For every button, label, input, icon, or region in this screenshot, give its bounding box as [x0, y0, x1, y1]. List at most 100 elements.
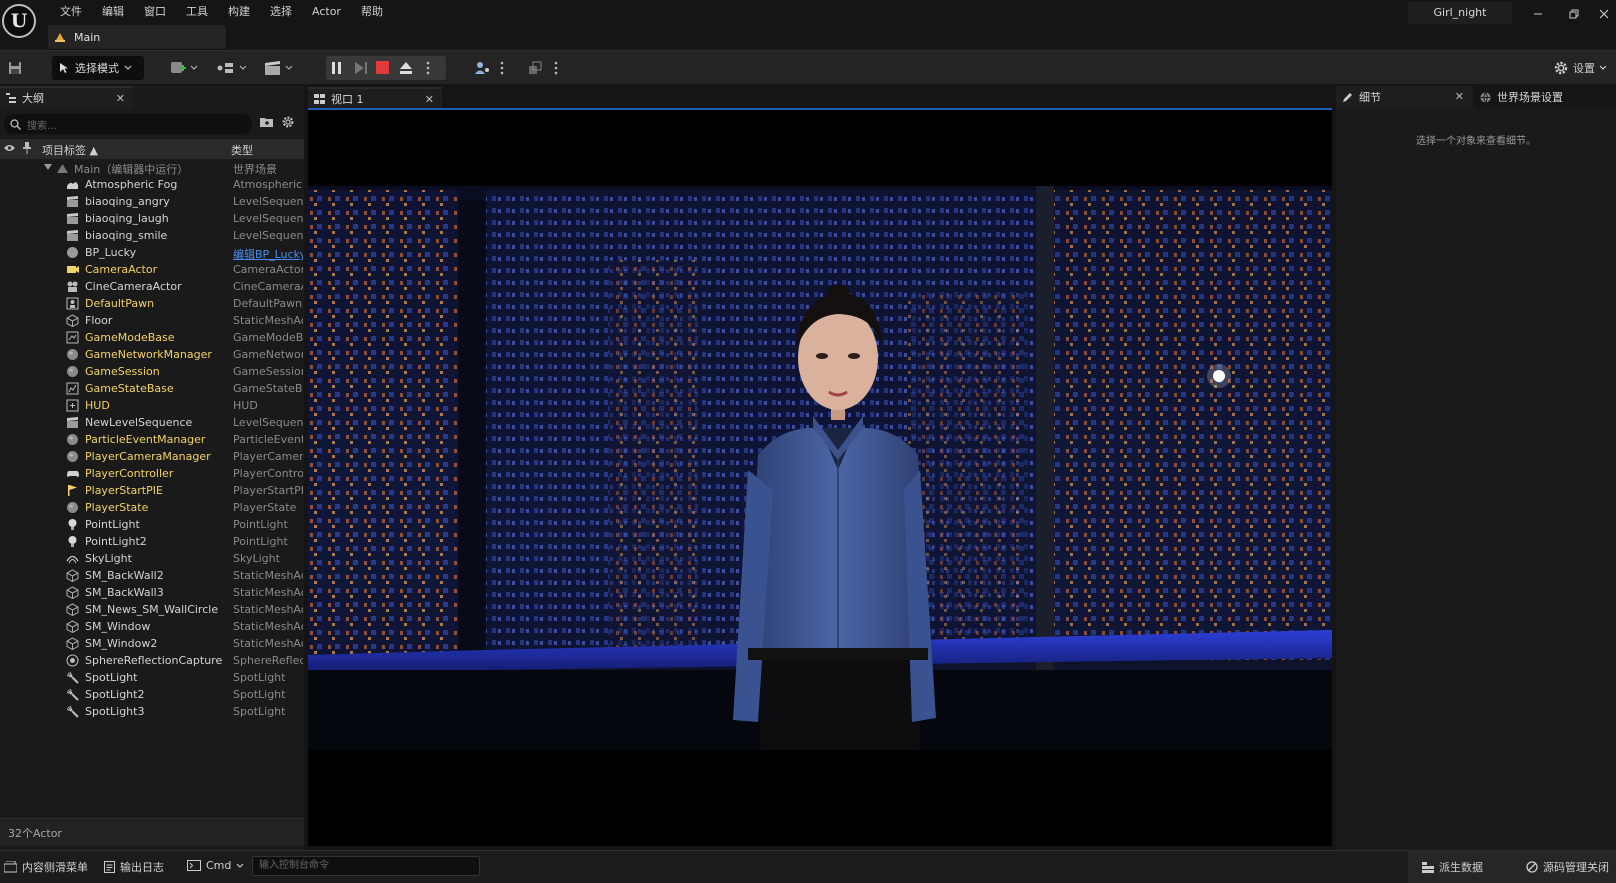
console-command-input[interactable]: 输入控制台命令 [252, 856, 480, 876]
row-type: SpotLight [233, 688, 286, 701]
tree-row[interactable]: SpotLight2 SpotLight [0, 686, 304, 703]
tree-row[interactable]: biaoqing_angry LevelSequence [0, 193, 304, 210]
settings-button[interactable]: 设置 [1553, 58, 1607, 78]
hud-icon [66, 399, 79, 412]
tree-row[interactable]: GameModeBase GameModeBase [0, 329, 304, 346]
level-viewport[interactable] [308, 108, 1332, 846]
derived-data-button[interactable]: 派生数据 [1422, 859, 1483, 875]
tree-row[interactable]: PointLight PointLight [0, 516, 304, 533]
tree-row[interactable]: SM_BackWall3 StaticMeshActor [0, 584, 304, 601]
title-bar: U 文件 编辑 窗口 工具 构建 选择 Actor 帮助 Main Girl_n… [0, 0, 1616, 50]
row-name: PointLight2 [85, 535, 147, 548]
tree-row[interactable]: NewLevelSequence LevelSequence [0, 414, 304, 431]
tree-row[interactable]: SpotLight3 SpotLight [0, 703, 304, 720]
row-name: BP_Lucky [85, 246, 137, 259]
tree-row[interactable]: biaoqing_laugh LevelSequence [0, 210, 304, 227]
tree-row[interactable]: Floor StaticMeshActor [0, 312, 304, 329]
expand-arrow-icon[interactable] [44, 164, 52, 170]
menu-select[interactable]: 选择 [260, 3, 302, 21]
viewport-icon [314, 94, 325, 104]
unreal-logo-icon[interactable]: U [2, 4, 36, 38]
menu-window[interactable]: 窗口 [134, 3, 176, 21]
clapperboard-icon [66, 212, 79, 225]
tree-row[interactable]: biaoqing_smile LevelSequence [0, 227, 304, 244]
chevron-down-icon [1599, 65, 1607, 71]
menu-help[interactable]: 帮助 [351, 3, 393, 21]
possess-icon[interactable] [474, 59, 490, 77]
more-options-icon[interactable] [500, 59, 504, 77]
details-panel: 细节 ✕ 世界场景设置 选择一个对象来查看细节。 [1336, 86, 1616, 850]
gear-icon[interactable] [281, 115, 295, 129]
tree-row[interactable]: PlayerCameraManager PlayerCameraManager [0, 448, 304, 465]
cmd-dropdown[interactable]: Cmd [187, 859, 244, 872]
menu-build[interactable]: 构建 [218, 3, 260, 21]
tree-row[interactable]: BP_Lucky 编辑BP_Lucky [0, 244, 304, 261]
close-icon[interactable]: ✕ [425, 93, 434, 106]
row-type: LevelSequence [233, 229, 303, 242]
add-folder-icon[interactable] [260, 116, 274, 128]
pawn-icon [66, 297, 79, 310]
tree-row[interactable]: PlayerStartPIE PlayerStartPIE [0, 482, 304, 499]
tree-row[interactable]: DefaultPawn DefaultPawn [0, 295, 304, 312]
column-item-label[interactable]: 项目标签 ▲ [42, 142, 98, 158]
tree-row[interactable]: GameStateBase GameStateBase [0, 380, 304, 397]
tree-row[interactable]: SM_News_SM_WallCircle StaticMeshActor [0, 601, 304, 618]
tree-root[interactable]: Main（编辑器中运行） 世界场景 [0, 159, 304, 176]
tree-row[interactable]: PointLight2 PointLight [0, 533, 304, 550]
menu-actor[interactable]: Actor [302, 3, 351, 21]
tree-row[interactable]: SkyLight SkyLight [0, 550, 304, 567]
row-type: GameSession [233, 365, 303, 378]
visibility-eye-icon[interactable] [4, 144, 15, 152]
tree-row[interactable]: PlayerState PlayerState [0, 499, 304, 516]
close-window-icon[interactable] [1590, 4, 1616, 24]
details-empty-message: 选择一个对象来查看细节。 [1416, 136, 1536, 147]
menu-file[interactable]: 文件 [50, 3, 92, 21]
row-name: GameNetworkManager [85, 348, 212, 361]
column-type[interactable]: 类型 [231, 142, 253, 158]
tab-details[interactable]: 细节 ✕ [1336, 86, 1472, 108]
level-tab-main[interactable]: Main [48, 25, 226, 49]
platforms-icon[interactable] [528, 59, 542, 77]
tree-row[interactable]: PlayerController PlayerController [0, 465, 304, 482]
play-options-icon[interactable] [426, 61, 430, 75]
row-type[interactable]: 编辑BP_Lucky [233, 246, 303, 262]
tab-viewport-1[interactable]: 视口 1 ✕ [308, 87, 442, 109]
close-icon[interactable]: ✕ [1455, 90, 1464, 103]
outliner-search-input[interactable]: 搜索... [4, 114, 252, 134]
save-icon[interactable] [8, 59, 22, 77]
eject-icon[interactable] [399, 61, 413, 75]
tree-row[interactable]: SpotLight SpotLight [0, 669, 304, 686]
tree-row[interactable]: SphereReflectionCapture SphereReflectionC… [0, 652, 304, 669]
tab-outliner[interactable]: 大纲 ✕ [0, 86, 133, 108]
content-drawer-button[interactable]: 内容侧滑菜单 [4, 859, 88, 875]
menu-edit[interactable]: 编辑 [92, 3, 134, 21]
row-name: CineCameraActor [85, 280, 182, 293]
add-actor-icon[interactable] [170, 59, 200, 77]
tree-row[interactable]: ParticleEventManager ParticleEventManager [0, 431, 304, 448]
mode-select-dropdown[interactable]: 选择模式 [52, 56, 144, 80]
tree-row[interactable]: Atmospheric Fog AtmosphericFog [0, 176, 304, 193]
pause-icon[interactable] [331, 61, 343, 75]
output-log-button[interactable]: 输出日志 [104, 859, 164, 875]
row-name: SkyLight [85, 552, 132, 565]
tab-world-settings[interactable]: 世界场景设置 [1474, 86, 1616, 108]
close-icon[interactable]: ✕ [116, 92, 125, 105]
stop-icon[interactable] [376, 61, 390, 75]
blueprint-icon[interactable] [216, 59, 250, 77]
cinematics-icon[interactable] [264, 59, 296, 77]
platforms-options-icon[interactable] [554, 59, 558, 77]
source-control-button[interactable]: 源码管理关闭 [1526, 859, 1609, 875]
tree-row[interactable]: GameNetworkManager GameNetworkManager [0, 346, 304, 363]
tree-row[interactable]: SM_Window StaticMeshActor [0, 618, 304, 635]
tree-row[interactable]: CineCameraActor CineCameraActor [0, 278, 304, 295]
restore-icon[interactable] [1560, 4, 1588, 24]
tree-row[interactable]: CameraActor CameraActor [0, 261, 304, 278]
tree-row[interactable]: SM_BackWall2 StaticMeshActor [0, 567, 304, 584]
tree-row[interactable]: SM_Window2 StaticMeshActor [0, 635, 304, 652]
pin-icon[interactable] [22, 142, 32, 154]
frame-skip-icon[interactable] [354, 61, 368, 75]
minimize-icon[interactable] [1524, 4, 1552, 24]
tree-row[interactable]: HUD HUD [0, 397, 304, 414]
menu-tools[interactable]: 工具 [176, 3, 218, 21]
tree-row[interactable]: GameSession GameSession [0, 363, 304, 380]
